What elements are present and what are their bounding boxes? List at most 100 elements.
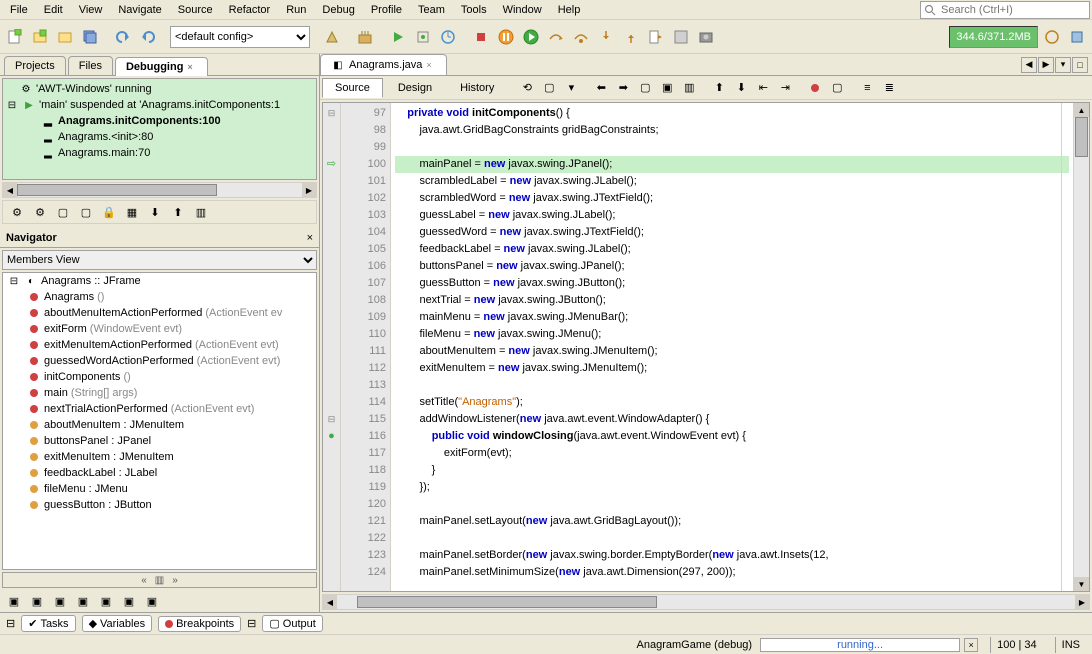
editor-btn-1[interactable]: ⟲ bbox=[517, 78, 537, 98]
stack-frame-2[interactable]: Anagrams.main:70 bbox=[58, 147, 150, 159]
continue-button[interactable] bbox=[520, 26, 542, 48]
step-out-button[interactable] bbox=[620, 26, 642, 48]
maximize-button[interactable]: □ bbox=[1072, 57, 1088, 73]
editor-vscroll[interactable]: ▲ ▼ bbox=[1073, 103, 1089, 591]
menu-view[interactable]: View bbox=[71, 2, 111, 18]
take-snapshot-button[interactable] bbox=[695, 26, 717, 48]
member-row[interactable]: aboutMenuItemActionPerformed(ActionEvent… bbox=[3, 305, 316, 321]
menu-debug[interactable]: Debug bbox=[314, 2, 362, 18]
config-select[interactable]: <default config> bbox=[170, 26, 310, 48]
editor-hscroll[interactable]: ◀▶ bbox=[322, 594, 1090, 610]
member-row[interactable]: nextTrialActionPerformed(ActionEvent evt… bbox=[3, 401, 316, 417]
filter-6[interactable]: ▣ bbox=[119, 591, 139, 611]
find-selection-button[interactable]: ▢ bbox=[635, 78, 655, 98]
tab-debugging[interactable]: Debugging× bbox=[115, 57, 208, 76]
format-button[interactable]: ≣ bbox=[879, 78, 899, 98]
clean-build-button[interactable] bbox=[354, 26, 376, 48]
save-all-button[interactable] bbox=[79, 26, 101, 48]
open-button[interactable] bbox=[54, 26, 76, 48]
tab-next-button[interactable]: ▶ bbox=[1038, 57, 1054, 73]
member-row[interactable]: initComponents() bbox=[3, 369, 316, 385]
minimize-icon[interactable]: ⊟ bbox=[6, 617, 15, 630]
step-over-button[interactable] bbox=[545, 26, 567, 48]
tasks-tab[interactable]: ✔Tasks bbox=[21, 615, 75, 632]
debug-tree-hscroll[interactable]: ◀▶ bbox=[2, 182, 317, 198]
member-row[interactable]: buttonsPanel : JPanel bbox=[3, 433, 316, 449]
menu-edit[interactable]: Edit bbox=[36, 2, 71, 18]
stack-frame-1[interactable]: Anagrams.<init>:80 bbox=[58, 131, 153, 143]
stack-frame-0[interactable]: Anagrams.initComponents:100 bbox=[58, 115, 221, 127]
new-file-button[interactable] bbox=[4, 26, 26, 48]
filter-3[interactable]: ▣ bbox=[50, 591, 70, 611]
editor-btn-3[interactable]: ▾ bbox=[561, 78, 581, 98]
new-watch-button[interactable]: ⚙ bbox=[7, 202, 27, 222]
navigator-view-select[interactable]: Members View bbox=[3, 251, 316, 269]
navigator-close-icon[interactable]: × bbox=[307, 232, 313, 244]
menu-tools[interactable]: Tools bbox=[453, 2, 495, 18]
toggle-bookmark-button[interactable]: ▥ bbox=[679, 78, 699, 98]
gc-button[interactable] bbox=[1041, 26, 1063, 48]
menu-refactor[interactable]: Refactor bbox=[221, 2, 279, 18]
watches-button[interactable]: ▥ bbox=[191, 202, 211, 222]
minimize-icon-2[interactable]: ⊟ bbox=[247, 617, 256, 630]
finish-debug-button[interactable] bbox=[470, 26, 492, 48]
shift-right-button[interactable]: ⇥ bbox=[775, 78, 795, 98]
undo-button[interactable] bbox=[112, 26, 134, 48]
uncomment-button[interactable]: ≡ bbox=[857, 78, 877, 98]
new-project-button[interactable] bbox=[29, 26, 51, 48]
toggle-highlight-button[interactable]: ▣ bbox=[657, 78, 677, 98]
menu-navigate[interactable]: Navigate bbox=[110, 2, 169, 18]
run-button[interactable] bbox=[387, 26, 409, 48]
variables-tab[interactable]: ◆Variables bbox=[82, 615, 153, 632]
close-icon[interactable]: × bbox=[426, 60, 436, 70]
line-numbers[interactable]: 9798991001011021031041051061071081091101… bbox=[341, 103, 391, 591]
filter-5[interactable]: ▣ bbox=[96, 591, 116, 611]
loaded-classes-button[interactable]: ⬇ bbox=[145, 202, 165, 222]
menu-profile[interactable]: Profile bbox=[363, 2, 410, 18]
member-row[interactable]: exitMenuItem : JMenuItem bbox=[3, 449, 316, 465]
find-next-button[interactable]: ➡ bbox=[613, 78, 633, 98]
shift-left-button[interactable]: ⇤ bbox=[753, 78, 773, 98]
stop-button[interactable]: × bbox=[964, 638, 978, 652]
editor-btn-2[interactable]: ▢ bbox=[539, 78, 559, 98]
output-tab[interactable]: ▢Output bbox=[262, 615, 322, 632]
breakpoints-tab[interactable]: Breakpoints bbox=[158, 616, 241, 632]
tab-projects[interactable]: Projects bbox=[4, 56, 66, 75]
navigator-tree[interactable]: ⊟◐Anagrams :: JFrame Anagrams()aboutMenu… bbox=[2, 272, 317, 570]
pause-button[interactable] bbox=[495, 26, 517, 48]
threads-button[interactable]: ▢ bbox=[76, 202, 96, 222]
step-over-expr-button[interactable] bbox=[570, 26, 592, 48]
scroll-thumb[interactable] bbox=[1075, 117, 1088, 157]
scroll-up-icon[interactable]: ▲ bbox=[1074, 103, 1089, 117]
member-row[interactable]: Anagrams() bbox=[3, 289, 316, 305]
member-row[interactable]: main(String[] args) bbox=[3, 385, 316, 401]
menu-window[interactable]: Window bbox=[495, 2, 550, 18]
collapse-icon[interactable]: ⊟ bbox=[5, 98, 19, 112]
member-row[interactable]: aboutMenuItem : JMenuItem bbox=[3, 417, 316, 433]
menu-run[interactable]: Run bbox=[278, 2, 314, 18]
call-stack-button[interactable]: ▦ bbox=[122, 202, 142, 222]
menu-source[interactable]: Source bbox=[170, 2, 221, 18]
ide-log-button[interactable] bbox=[1066, 26, 1088, 48]
apply-code-button[interactable] bbox=[670, 26, 692, 48]
thread-awt[interactable]: 'AWT-Windows' running bbox=[36, 83, 152, 95]
member-row[interactable]: guessedWordActionPerformed(ActionEvent e… bbox=[3, 353, 316, 369]
search-input[interactable] bbox=[939, 4, 1089, 16]
member-row[interactable]: guessButton : JButton bbox=[3, 497, 316, 513]
collapse-icon[interactable]: ⊟ bbox=[7, 274, 21, 288]
code-area[interactable]: private void initComponents() { java.awt… bbox=[391, 103, 1073, 591]
menu-file[interactable]: File bbox=[2, 2, 36, 18]
editor-tab-anagrams[interactable]: ◧ Anagrams.java × bbox=[320, 54, 447, 75]
step-into-button[interactable] bbox=[595, 26, 617, 48]
prev-bookmark-button[interactable]: ⬆ bbox=[709, 78, 729, 98]
member-row[interactable]: exitMenuItemActionPerformed(ActionEvent … bbox=[3, 337, 316, 353]
global-search[interactable] bbox=[920, 1, 1090, 19]
close-icon[interactable]: × bbox=[187, 62, 197, 72]
variables-button[interactable]: ⬆ bbox=[168, 202, 188, 222]
comment-button[interactable]: ▢ bbox=[827, 78, 847, 98]
filter-4[interactable]: ▣ bbox=[73, 591, 93, 611]
glyph-margin[interactable]: ⊟⇨⊟● bbox=[323, 103, 341, 591]
thread-main[interactable]: 'main' suspended at 'Anagrams.initCompon… bbox=[39, 99, 280, 111]
member-row[interactable]: fileMenu : JMenu bbox=[3, 481, 316, 497]
nav-scroll-controls[interactable]: «▥» bbox=[2, 572, 317, 588]
